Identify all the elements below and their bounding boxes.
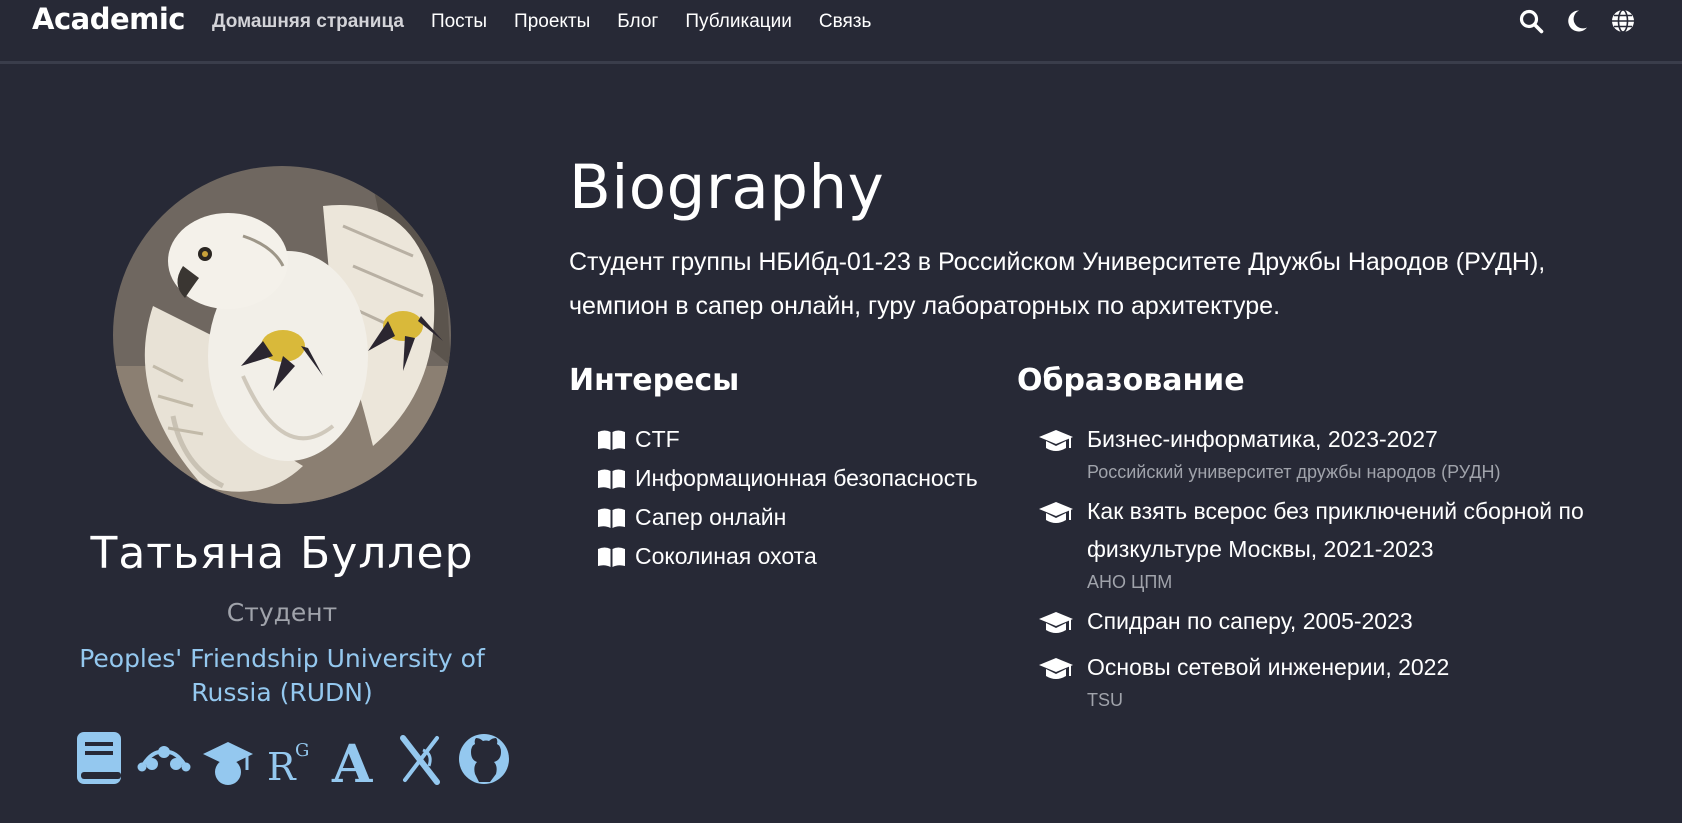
mendeley-icon[interactable] bbox=[137, 730, 191, 788]
education-course: Основы сетевой инженерии, 2022 bbox=[1087, 654, 1450, 680]
graduation-cap-icon bbox=[1039, 502, 1073, 523]
avatar bbox=[113, 166, 451, 504]
open-book-icon bbox=[598, 508, 625, 528]
svg-text:G: G bbox=[295, 740, 309, 761]
biography-title: Biography bbox=[569, 152, 885, 223]
education-institution: Российский университет дружбы народов (Р… bbox=[1087, 462, 1501, 482]
nav-link-publications[interactable]: Публикации bbox=[685, 11, 792, 33]
search-icon[interactable] bbox=[1518, 8, 1544, 34]
graduation-cap-icon bbox=[1039, 612, 1073, 633]
open-book-icon bbox=[598, 547, 625, 567]
nav-menu: Домашняя страница Посты Проекты Блог Пуб… bbox=[212, 11, 898, 33]
list-item: Как взять всерос без приключений сборной… bbox=[1038, 492, 1638, 594]
education-institution: АНО ЦПМ bbox=[1087, 572, 1173, 592]
orcid-icon[interactable] bbox=[393, 730, 447, 788]
graduation-cap-icon bbox=[1039, 658, 1073, 679]
academia-icon[interactable]: A bbox=[329, 730, 383, 788]
svg-text:R: R bbox=[267, 745, 297, 788]
list-item: Соколиная охота bbox=[597, 537, 997, 576]
falcon-portrait-image bbox=[113, 166, 451, 504]
profile-organization[interactable]: Peoples' Friendship University of Russia… bbox=[40, 642, 524, 710]
profile-role: Студент bbox=[226, 598, 338, 627]
list-item: Бизнес-информатика, 2023-2027 Российский… bbox=[1038, 420, 1638, 484]
profile-name: Татьяна Буллер bbox=[90, 528, 474, 579]
interests-heading: Интересы bbox=[569, 363, 740, 398]
open-book-icon bbox=[598, 430, 625, 450]
graduation-cap-icon bbox=[1039, 430, 1073, 451]
social-links: R G A bbox=[73, 730, 511, 788]
list-item: Основы сетевой инженерии, 2022 TSU bbox=[1038, 648, 1638, 712]
brand-logo[interactable]: Academic bbox=[32, 2, 185, 36]
education-course: Спидран по саперу, 2005-2023 bbox=[1087, 608, 1413, 634]
moon-icon[interactable] bbox=[1564, 8, 1590, 34]
list-item: Сапер онлайн bbox=[597, 498, 997, 537]
top-navbar: Academic Домашняя страница Посты Проекты… bbox=[0, 0, 1682, 64]
biography-text: Студент группы НБИбд-01-23 в Российском … bbox=[569, 248, 1546, 320]
interest-label: CTF bbox=[635, 426, 680, 452]
education-course: Как взять всерос без приключений сборной… bbox=[1087, 498, 1584, 562]
book-icon[interactable] bbox=[73, 730, 127, 788]
nav-link-blog[interactable]: Блог bbox=[617, 11, 658, 33]
list-item: CTF bbox=[597, 420, 997, 459]
nav-link-projects[interactable]: Проекты bbox=[514, 11, 590, 33]
svg-text:A: A bbox=[331, 734, 373, 788]
education-course: Бизнес-информатика, 2023-2027 bbox=[1087, 426, 1438, 452]
open-book-icon bbox=[598, 469, 625, 489]
researchgate-icon[interactable]: R G bbox=[265, 730, 319, 788]
nav-link-posts[interactable]: Посты bbox=[431, 11, 487, 33]
interest-label: Соколиная охота bbox=[635, 543, 817, 569]
interest-label: Сапер онлайн bbox=[635, 504, 787, 530]
interests-list: CTF Информационная безопасность Сапер он… bbox=[597, 420, 997, 576]
list-item: Спидран по саперу, 2005-2023 bbox=[1038, 602, 1638, 640]
nav-link-contact[interactable]: Связь bbox=[819, 11, 872, 33]
globe-icon[interactable] bbox=[1610, 8, 1636, 34]
interest-label: Информационная безопасность bbox=[635, 465, 978, 491]
graduation-cap-icon[interactable] bbox=[201, 730, 255, 788]
nav-icon-group bbox=[1518, 8, 1636, 34]
github-icon[interactable] bbox=[457, 730, 511, 788]
education-list: Бизнес-информатика, 2023-2027 Российский… bbox=[1038, 420, 1638, 720]
nav-link-home[interactable]: Домашняя страница bbox=[212, 11, 404, 33]
education-institution: TSU bbox=[1087, 690, 1123, 710]
list-item: Информационная безопасность bbox=[597, 459, 997, 498]
education-heading: Образование bbox=[1017, 363, 1245, 398]
